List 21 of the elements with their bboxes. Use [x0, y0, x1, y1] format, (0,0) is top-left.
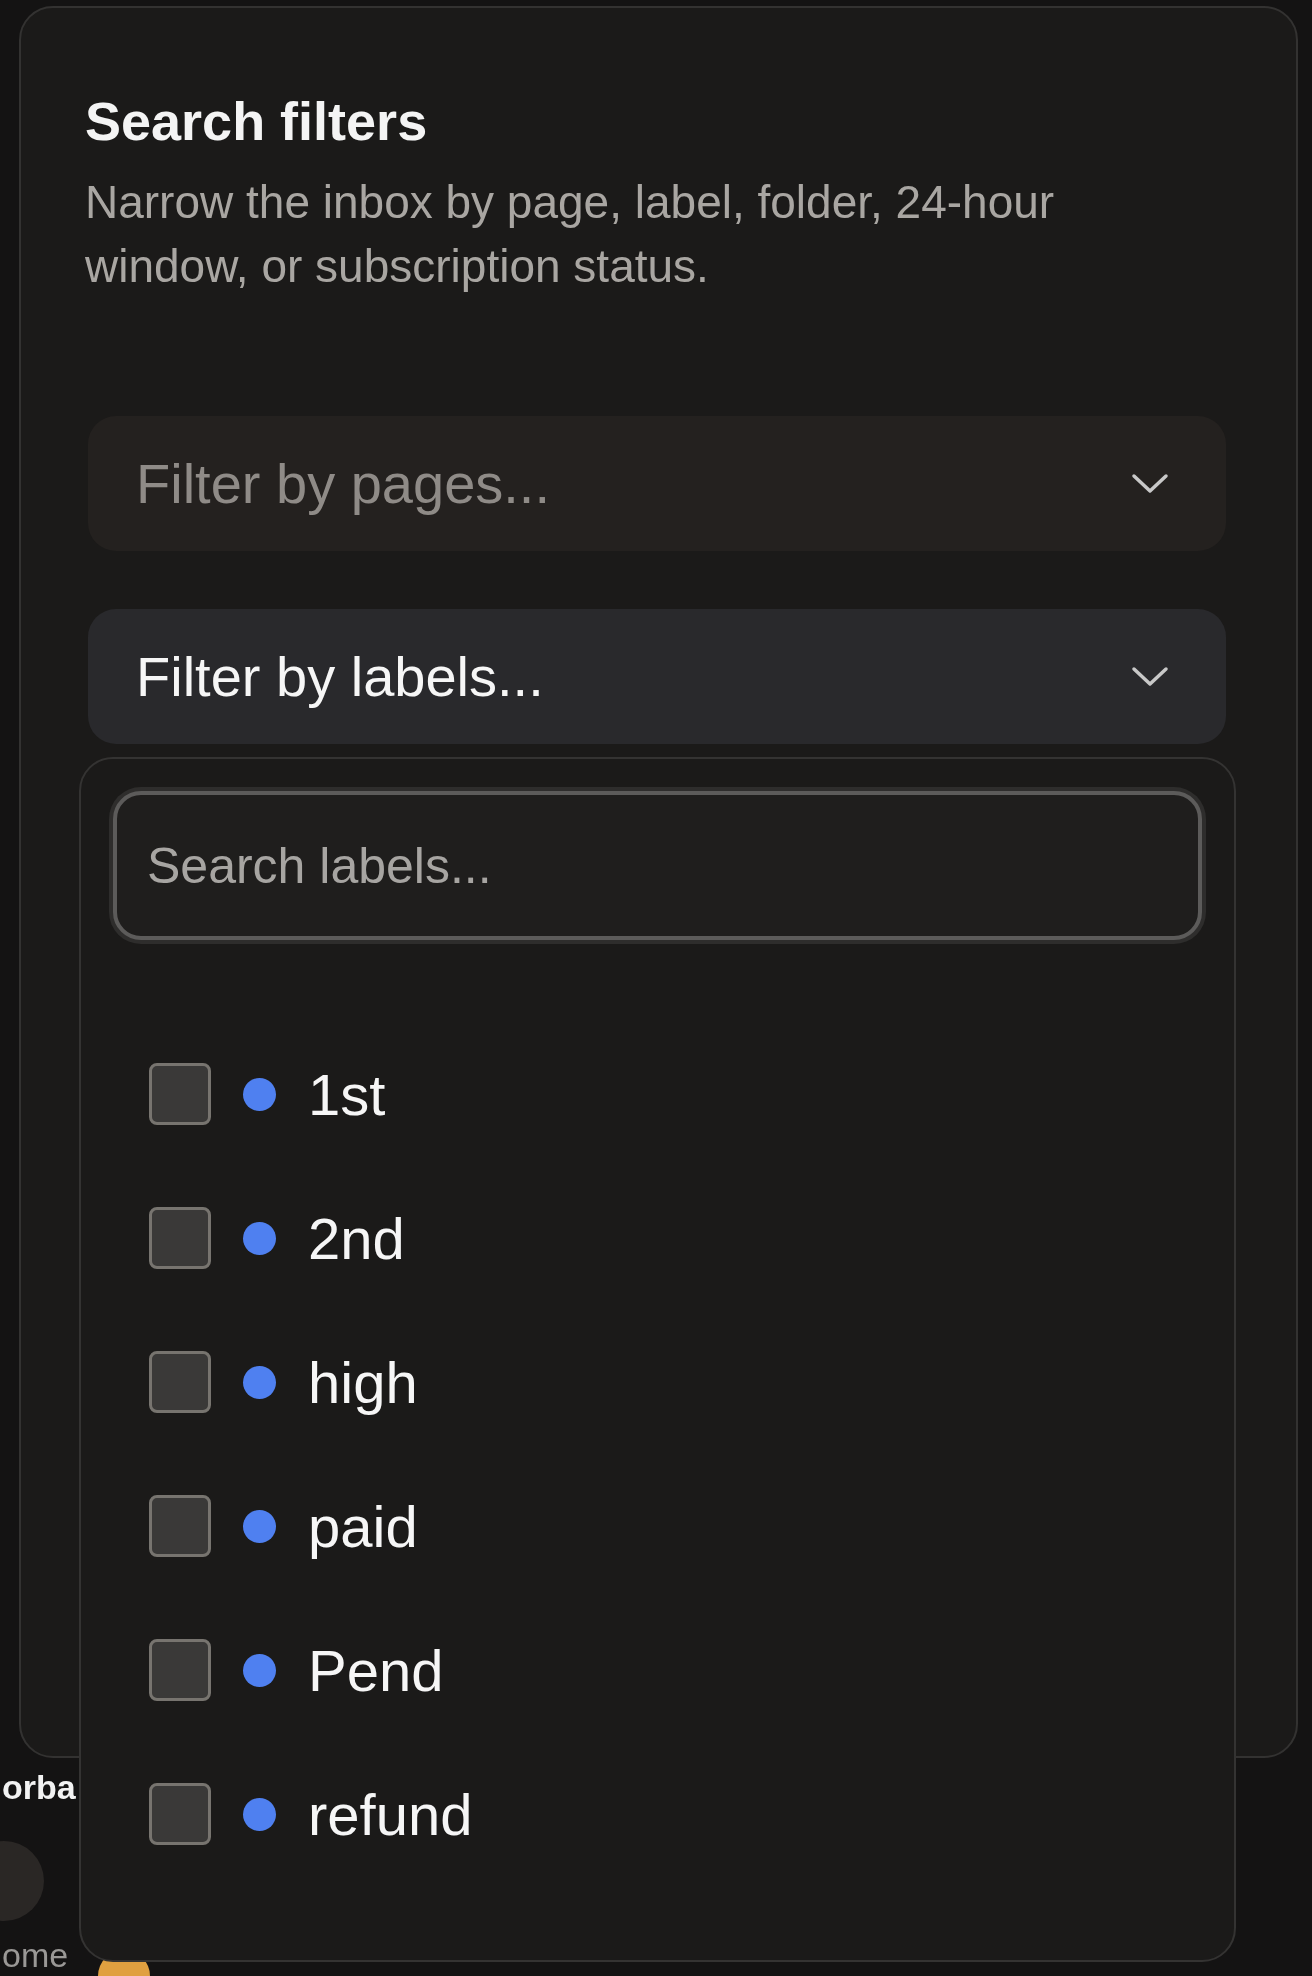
checkbox[interactable] [149, 1207, 211, 1269]
chevron-down-icon [1130, 471, 1170, 496]
message-preview: ome [2, 1935, 69, 1976]
search-field[interactable]: Search labels... [113, 791, 1202, 940]
checkbox[interactable] [149, 1351, 211, 1413]
label-name[interactable]: high [308, 1348, 418, 1416]
dialog-title: Search filters [85, 90, 429, 153]
contact-name: orba [2, 1768, 77, 1808]
checkbox[interactable] [149, 1639, 211, 1701]
label-name[interactable]: 2nd [308, 1204, 405, 1272]
chevron-down-icon [1130, 664, 1170, 689]
checkbox[interactable] [149, 1783, 211, 1845]
checkbox[interactable] [149, 1063, 211, 1125]
label-name[interactable]: 1st [308, 1060, 386, 1128]
filter-select[interactable]: Filter by pages... [88, 416, 1226, 551]
label-name[interactable]: Pend [308, 1636, 444, 1704]
filter-select[interactable]: Filter by labels... [88, 609, 1226, 744]
label-name[interactable]: refund [308, 1780, 473, 1848]
label-name[interactable]: paid [308, 1492, 418, 1560]
dialog-description: Narrow the inbox by page, label, folder, 24-hour window, or subscription status. [85, 175, 1056, 294]
checkbox[interactable] [149, 1495, 211, 1557]
